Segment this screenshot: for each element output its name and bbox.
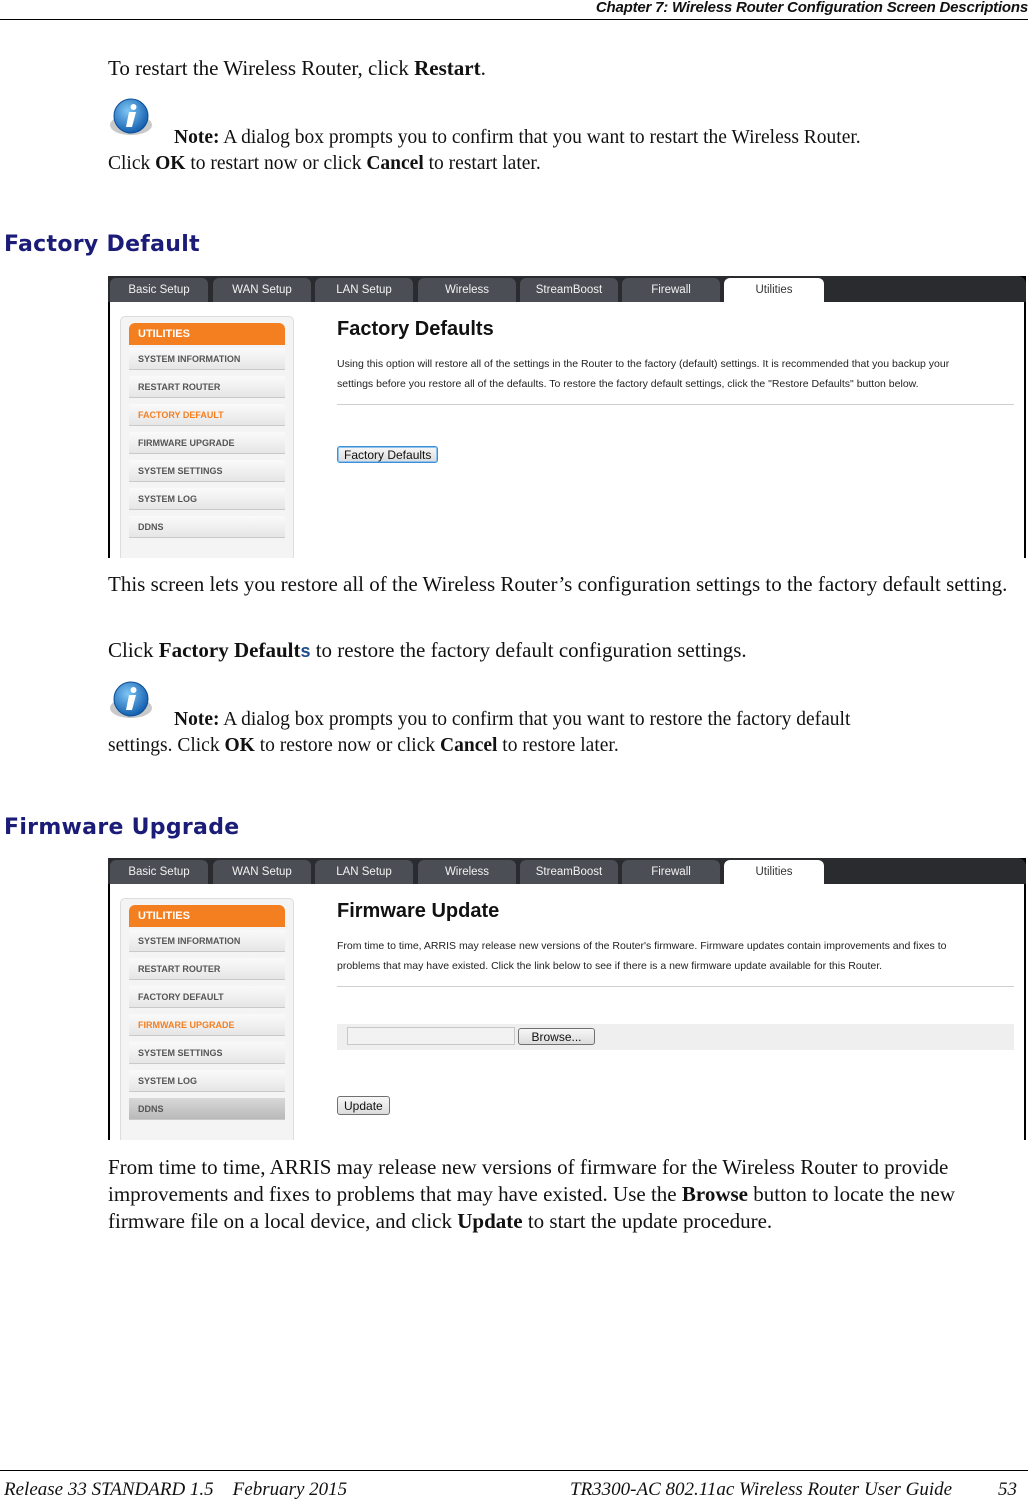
tab-wan-setup[interactable]: WAN Setup	[213, 860, 311, 884]
tab-streamboost[interactable]: StreamBoost	[520, 278, 618, 302]
tab-utilities[interactable]: Utilities	[724, 860, 824, 884]
sidebar-header: UTILITIES	[129, 323, 285, 345]
content-panel: UTILITIES SYSTEM INFORMATION RESTART ROU…	[108, 302, 1026, 558]
content-description: From time to time, ARRIS may release new…	[337, 940, 947, 972]
content-title: Factory Defaults	[337, 318, 494, 340]
sidebar-item-firmware-upgrade[interactable]: FIRMWARE UPGRADE	[129, 432, 285, 454]
page-footer: Release 33 STANDARD 1.5 February 2015 TR…	[0, 1470, 1028, 1500]
sidebar-item-firmware-upgrade[interactable]: FIRMWARE UPGRADE	[129, 1014, 285, 1036]
tab-bar: Basic Setup WAN Setup LAN Setup Wireless…	[108, 858, 1026, 884]
sidebar-item-factory-default[interactable]: FACTORY DEFAULT	[129, 404, 285, 426]
footer-guide-title: TR3300-AC 802.11ac Wireless Router User …	[570, 1479, 953, 1500]
sidebar-item-factory-default[interactable]: FACTORY DEFAULT	[129, 986, 285, 1008]
sidebar: UTILITIES SYSTEM INFORMATION RESTART ROU…	[120, 898, 294, 1140]
section-title-firmware-upgrade: Firmware Upgrade	[4, 815, 240, 840]
sidebar-item-system-log[interactable]: SYSTEM LOG	[129, 488, 285, 510]
page-number: 53	[998, 1479, 1017, 1500]
sidebar-item-system-settings[interactable]: SYSTEM SETTINGS	[129, 460, 285, 482]
factory-defaults-button[interactable]: Factory Defaults	[337, 446, 439, 463]
tab-basic-setup[interactable]: Basic Setup	[110, 278, 208, 302]
factory-paragraph-1: This screen lets you restore all of the …	[108, 572, 1008, 596]
content-description: Using this option will restore all of th…	[337, 358, 950, 390]
factory-paragraph-2: Click Factory Defaults to restore the fa…	[108, 638, 747, 662]
divider	[337, 986, 1014, 987]
firmware-file-input[interactable]	[347, 1027, 515, 1045]
footer-release: Release 33 STANDARD 1.5 February 2015	[4, 1479, 348, 1500]
tab-wan-setup[interactable]: WAN Setup	[213, 278, 311, 302]
sidebar-item-system-information[interactable]: SYSTEM INFORMATION	[129, 930, 285, 952]
sidebar-item-restart-router[interactable]: RESTART ROUTER	[129, 958, 285, 980]
firmware-upgrade-screenshot: Basic Setup WAN Setup LAN Setup Wireless…	[108, 858, 1026, 1140]
factory-default-screenshot: Basic Setup WAN Setup LAN Setup Wireless…	[108, 276, 1026, 558]
tab-basic-setup[interactable]: Basic Setup	[110, 860, 208, 884]
tab-firewall[interactable]: Firewall	[622, 860, 720, 884]
chapter-title: Chapter 7: Wireless Router Configuration…	[595, 0, 1028, 16]
restart-term: Restart	[414, 56, 481, 80]
tab-wireless[interactable]: Wireless	[418, 278, 516, 302]
file-select-row: Browse...	[337, 1024, 1014, 1050]
tab-lan-setup[interactable]: LAN Setup	[315, 860, 413, 884]
update-button[interactable]: Update	[337, 1096, 390, 1115]
note-label: Note:	[174, 709, 220, 730]
browse-button[interactable]: Browse...	[518, 1028, 595, 1045]
note-label: Note:	[174, 127, 220, 148]
sidebar-item-system-information[interactable]: SYSTEM INFORMATION	[129, 348, 285, 370]
tab-utilities[interactable]: Utilities	[724, 278, 824, 302]
sidebar-item-system-log[interactable]: SYSTEM LOG	[129, 1070, 285, 1092]
factory-note: Note: A dialog box prompts you to confir…	[108, 709, 851, 756]
sidebar-item-ddns[interactable]: DDNS	[129, 516, 285, 538]
tab-wireless[interactable]: Wireless	[418, 860, 516, 884]
restart-note: Note: A dialog box prompts you to confir…	[108, 127, 861, 174]
section-title-factory-default: Factory Default	[4, 232, 200, 257]
sidebar-header: UTILITIES	[129, 905, 285, 927]
firmware-paragraph: From time to time, ARRIS may release new…	[108, 1155, 956, 1233]
chapter-header: Chapter 7: Wireless Router Configuration…	[0, 0, 1028, 20]
tab-firewall[interactable]: Firewall	[622, 278, 720, 302]
restart-paragraph: To restart the Wireless Router, click Re…	[108, 56, 486, 80]
tab-streamboost[interactable]: StreamBoost	[520, 860, 618, 884]
tab-bar: Basic Setup WAN Setup LAN Setup Wireless…	[108, 276, 1026, 302]
sidebar-item-system-settings[interactable]: SYSTEM SETTINGS	[129, 1042, 285, 1064]
sidebar-item-restart-router[interactable]: RESTART ROUTER	[129, 376, 285, 398]
content-title: Firmware Update	[337, 900, 500, 922]
sidebar: UTILITIES SYSTEM INFORMATION RESTART ROU…	[120, 316, 294, 558]
divider	[337, 404, 1014, 405]
sidebar-item-ddns[interactable]: DDNS	[129, 1098, 285, 1120]
tab-lan-setup[interactable]: LAN Setup	[315, 278, 413, 302]
content-panel: UTILITIES SYSTEM INFORMATION RESTART ROU…	[108, 884, 1026, 1140]
